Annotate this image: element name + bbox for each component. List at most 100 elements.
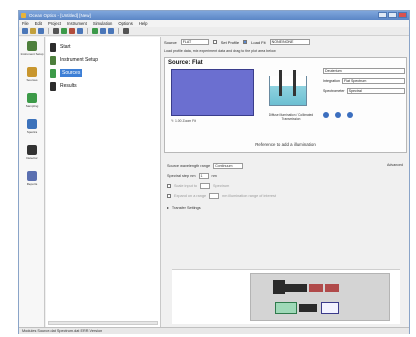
expand-range-field[interactable] xyxy=(209,193,220,199)
nav-item-reports[interactable]: Reports xyxy=(20,171,44,195)
expand-range-row: Expand on a range nm illumination range … xyxy=(167,193,276,199)
spectrum-preview[interactable] xyxy=(171,69,254,116)
source-block[interactable] xyxy=(285,284,307,292)
wavelength-range-select[interactable]: Continuum xyxy=(213,163,244,169)
hint-text: Load profile data, mix experiment data a… xyxy=(164,49,276,53)
fit-select[interactable]: NONE/NONE xyxy=(269,39,310,45)
integration-select[interactable]: Flat Spectrum xyxy=(341,78,405,84)
filter-block[interactable] xyxy=(325,284,339,292)
spectrometer-row: Spectrometer Spectral xyxy=(323,88,405,94)
scale-input-label: Scale input to xyxy=(174,184,198,188)
forward-icon[interactable] xyxy=(108,28,114,34)
toolbar-separator xyxy=(48,28,49,34)
filter-block[interactable] xyxy=(309,284,323,292)
sample-block[interactable] xyxy=(275,302,297,314)
wavelength-range-row: Source wavelength range Continuum xyxy=(167,163,244,169)
set-profile-checkbox[interactable] xyxy=(212,40,217,44)
menu-file[interactable]: File xyxy=(22,21,29,26)
source-panel: Source: Flat Y: 1.00 Zoom Fit Diffuse il… xyxy=(164,57,407,153)
nav-label: Sources xyxy=(26,78,38,82)
minimize-button[interactable] xyxy=(378,12,387,18)
window-controls xyxy=(378,12,407,18)
instrument-icon xyxy=(50,55,56,65)
probe-icon xyxy=(293,70,296,96)
spectral-step-input[interactable]: 1 xyxy=(198,173,209,179)
settings-icon[interactable] xyxy=(123,28,129,34)
nav-item-detector[interactable]: Detector xyxy=(20,145,44,169)
expand-range-label: Expand on a range xyxy=(174,194,207,198)
preview-icon[interactable] xyxy=(61,28,67,34)
spectrometer-label: Spectrometer xyxy=(323,89,345,93)
source-options: Deuterium Integration Flat Spectrum Spec… xyxy=(323,68,405,98)
lamp-row: Deuterium xyxy=(323,68,405,74)
maximize-button[interactable] xyxy=(388,12,397,18)
nav-item-spectra[interactable]: Spectra xyxy=(20,119,44,143)
source-icon xyxy=(27,67,37,77)
nav-label: Instrument Setup xyxy=(20,52,44,56)
advanced-button[interactable]: Advanced xyxy=(387,163,403,167)
toolbar xyxy=(19,27,409,36)
project-tree: Start Instrument Setup Sources Results xyxy=(46,37,161,327)
play-icon[interactable] xyxy=(323,112,329,118)
print-icon[interactable] xyxy=(53,28,59,34)
illumination-banner: Reference to add a illumination xyxy=(255,142,316,147)
sample-vessel-illustration xyxy=(263,70,313,110)
scale-input-checkbox[interactable] xyxy=(167,184,171,188)
stop-icon[interactable] xyxy=(347,112,353,118)
app-window: Ocean Optics - [Untitled] [New] File Edi… xyxy=(18,10,410,334)
wavelength-range-label: Source wavelength range xyxy=(167,164,211,168)
tree-item-instrument-setup[interactable]: Instrument Setup xyxy=(50,54,98,66)
diagram-stage xyxy=(250,273,390,321)
record-icon[interactable] xyxy=(335,112,341,118)
menu-options[interactable]: Options xyxy=(118,21,132,26)
menu-simulation[interactable]: Simulation xyxy=(93,21,113,26)
nav-label: Spectra xyxy=(26,130,38,134)
expand-arrow-icon: ▸ xyxy=(167,206,169,210)
nav-item-sources[interactable]: Sources xyxy=(20,67,44,91)
tree-item-sources[interactable]: Sources xyxy=(50,67,83,79)
detector-icon xyxy=(27,145,37,155)
nav-label: Reports xyxy=(26,182,38,186)
status-bar: Modules Source.dat Spectrum.dat ERR.Vers… xyxy=(19,327,409,334)
spectrum-icon xyxy=(27,119,37,129)
fiber-block[interactable] xyxy=(299,304,317,312)
app-icon xyxy=(21,13,26,18)
menu-instrument[interactable]: Instrument xyxy=(67,21,87,26)
spectral-step-row: Spectral step nm 1 nm xyxy=(167,173,217,179)
save-icon[interactable] xyxy=(38,28,44,34)
copy-icon[interactable] xyxy=(77,28,83,34)
new-icon[interactable] xyxy=(22,28,28,34)
start-icon xyxy=(50,42,56,52)
toolbar-separator xyxy=(118,28,119,34)
instrument-icon xyxy=(27,41,37,51)
lamp-select[interactable]: Deuterium xyxy=(323,68,405,74)
tree-label: Instrument Setup xyxy=(60,57,99,63)
expand-range-unit: nm illumination range of interest xyxy=(222,194,276,198)
transfer-settings-row[interactable]: ▸ Transfer Settings xyxy=(167,205,201,211)
lamp-block[interactable] xyxy=(273,280,285,294)
expand-range-checkbox[interactable] xyxy=(167,194,171,198)
tree-label: Start xyxy=(60,44,71,50)
tree-item-results[interactable]: Results xyxy=(50,80,77,92)
integration-label: Integration xyxy=(323,79,340,83)
source-select[interactable]: FLAT xyxy=(180,39,209,45)
beaker-icon xyxy=(269,76,307,106)
detector-block[interactable] xyxy=(321,302,339,314)
tree-scrollbar[interactable] xyxy=(48,321,158,325)
menu-help[interactable]: Help xyxy=(139,21,148,26)
spectrum-controls[interactable]: Y: 1.00 Zoom Fit xyxy=(171,119,196,123)
vessel-caption: Diffuse illumination / Collimated Transm… xyxy=(268,113,314,121)
nav-item-sampling[interactable]: Sampling xyxy=(20,93,44,117)
menu-project[interactable]: Project xyxy=(48,21,61,26)
close-button[interactable] xyxy=(398,12,407,18)
nav-item-instrument[interactable]: Instrument Setup xyxy=(20,41,44,65)
spectrometer-select[interactable]: Spectral xyxy=(346,88,405,94)
cut-icon[interactable] xyxy=(69,28,75,34)
scale-input-field[interactable] xyxy=(200,183,211,189)
tree-item-start[interactable]: Start xyxy=(50,41,71,53)
open-icon[interactable] xyxy=(30,28,36,34)
back-icon[interactable] xyxy=(100,28,106,34)
menu-edit[interactable]: Edit xyxy=(35,21,42,26)
run-icon[interactable] xyxy=(92,28,98,34)
load-fit-checkbox[interactable] xyxy=(243,40,248,44)
